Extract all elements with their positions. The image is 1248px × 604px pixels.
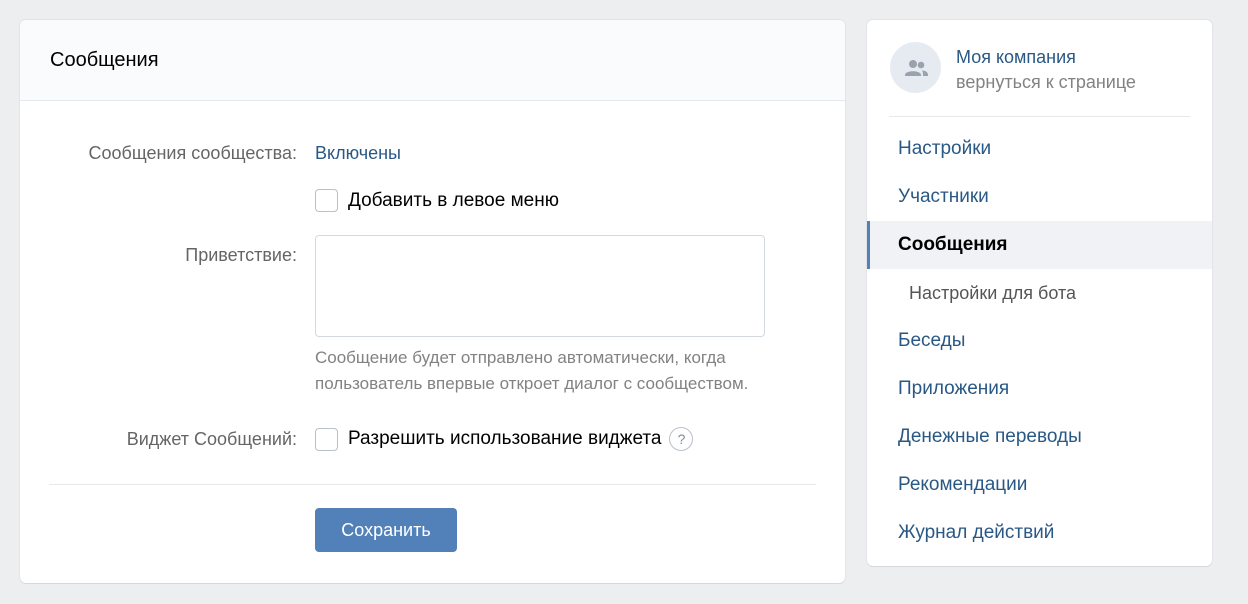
widget-checkbox[interactable] bbox=[315, 427, 338, 451]
help-icon[interactable]: ? bbox=[669, 427, 694, 451]
sidebar-header: Моя компания вернуться к странице bbox=[867, 20, 1212, 117]
card-header: Сообщения bbox=[20, 20, 845, 101]
back-to-page-link[interactable]: вернуться к странице bbox=[956, 72, 1136, 93]
sidebar-item-recommendations[interactable]: Рекомендации bbox=[867, 461, 1212, 509]
widget-checkbox-label[interactable]: Разрешить использование виджета bbox=[348, 428, 661, 450]
community-avatar[interactable] bbox=[890, 42, 941, 93]
greeting-label: Приветствие: bbox=[185, 245, 297, 265]
page-title: Сообщения bbox=[50, 48, 159, 71]
sidebar-item-settings[interactable]: Настройки bbox=[867, 125, 1212, 173]
sidebar-item-apps[interactable]: Приложения bbox=[867, 365, 1212, 413]
community-messages-label: Сообщения сообщества: bbox=[88, 143, 297, 163]
community-icon bbox=[904, 59, 928, 76]
sidebar-item-money-transfers[interactable]: Денежные переводы bbox=[867, 413, 1212, 461]
community-messages-toggle-link[interactable]: Включены bbox=[315, 143, 401, 164]
widget-row[interactable]: Разрешить использование виджета ? bbox=[315, 427, 694, 451]
widget-label: Виджет Сообщений: bbox=[126, 429, 297, 449]
sidebar-item-bot-settings[interactable]: Настройки для бота bbox=[867, 269, 1212, 317]
sidebar-menu: Настройки Участники Сообщения Настройки … bbox=[867, 125, 1212, 557]
greeting-hint: Сообщение будет отправлено автоматически… bbox=[315, 348, 749, 393]
greeting-input[interactable] bbox=[315, 235, 765, 337]
save-button[interactable]: Сохранить bbox=[315, 508, 457, 552]
add-left-menu-row[interactable]: Добавить в левое меню bbox=[315, 189, 559, 212]
sidebar-item-members[interactable]: Участники bbox=[867, 173, 1212, 221]
messages-settings-card: Сообщения Сообщения сообщества: Включены… bbox=[20, 20, 845, 583]
divider bbox=[49, 484, 816, 485]
sidebar-item-chats[interactable]: Беседы bbox=[867, 317, 1212, 365]
add-left-menu-label[interactable]: Добавить в левое меню bbox=[348, 190, 559, 212]
company-name-link[interactable]: Моя компания bbox=[956, 47, 1076, 68]
add-left-menu-checkbox[interactable] bbox=[315, 189, 338, 212]
sidebar-divider bbox=[889, 116, 1190, 117]
sidebar-card: Моя компания вернуться к странице Настро… bbox=[867, 20, 1212, 566]
sidebar-item-action-log[interactable]: Журнал действий bbox=[867, 509, 1212, 557]
sidebar-item-messages[interactable]: Сообщения bbox=[867, 221, 1212, 269]
